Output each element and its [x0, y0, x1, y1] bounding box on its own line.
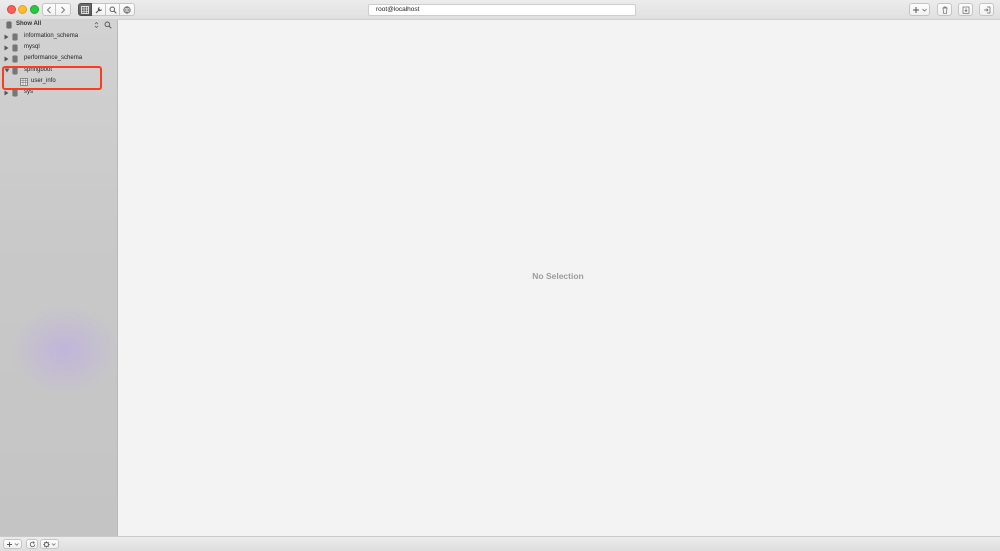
show-all-header[interactable]: Show All	[0, 20, 117, 31]
empty-state-label: No Selection	[532, 271, 584, 281]
disclosure-right-icon[interactable]	[4, 45, 9, 51]
refresh-icon	[29, 540, 35, 547]
query-button[interactable]	[106, 3, 120, 16]
bottom-bar	[0, 536, 1000, 551]
export-button[interactable]	[958, 3, 973, 16]
database-item-performance-schema[interactable]: performance_schema	[0, 54, 117, 64]
trash-button[interactable]	[937, 3, 952, 16]
magnifier-icon	[109, 6, 117, 14]
chevron-down-icon	[51, 542, 56, 546]
plus-icon	[6, 541, 12, 547]
trash-icon	[942, 6, 947, 14]
gear-icon	[42, 540, 50, 548]
database-icon	[12, 89, 18, 97]
title-bar: root@localhost	[0, 0, 1000, 20]
disclosure-right-icon[interactable]	[4, 90, 9, 96]
forward-arrow-icon	[61, 6, 66, 13]
disconnect-icon	[983, 6, 990, 13]
disclosure-right-icon[interactable]	[4, 56, 9, 62]
back-button[interactable]	[42, 3, 56, 16]
back-arrow-icon	[46, 6, 51, 13]
database-name: mysql	[24, 44, 40, 50]
database-icon	[12, 55, 18, 63]
database-item-information-schema[interactable]: information_schema	[0, 32, 117, 42]
database-name: information_schema	[24, 33, 79, 39]
minimize-window-button[interactable]	[18, 5, 27, 14]
database-name: performance_schema	[24, 55, 83, 61]
main-content: No Selection	[118, 20, 1000, 536]
close-window-button[interactable]	[7, 5, 16, 14]
database-item-mysql[interactable]: mysql	[0, 43, 117, 53]
forward-button[interactable]	[56, 3, 71, 16]
database-icon	[12, 44, 18, 52]
table-grid-icon	[81, 5, 89, 14]
database-icon	[12, 33, 18, 41]
annotation-highlight-box	[2, 66, 102, 90]
export-icon	[962, 6, 969, 14]
connection-title-field: root@localhost	[368, 4, 636, 16]
globe-icon	[123, 5, 131, 14]
sidebar-search-icon[interactable]	[104, 21, 112, 29]
settings-menu-button[interactable]	[40, 539, 59, 549]
disclosure-right-icon[interactable]	[4, 34, 9, 40]
database-icon	[6, 21, 12, 29]
disconnect-button[interactable]	[979, 3, 994, 16]
show-all-label: Show All	[16, 21, 42, 27]
wrench-icon	[95, 6, 102, 13]
add-database-button[interactable]	[3, 539, 22, 549]
add-menu-button[interactable]	[909, 3, 930, 16]
sidebar-background-glow	[10, 305, 117, 395]
connection-info-button[interactable]	[120, 3, 135, 16]
refresh-button[interactable]	[26, 539, 38, 549]
zoom-window-button[interactable]	[30, 5, 39, 14]
sidebar: Show All information_schema mysql perfor…	[0, 20, 118, 536]
structure-button[interactable]	[92, 3, 106, 16]
chevron-down-icon	[921, 8, 927, 12]
chevron-down-icon	[14, 542, 19, 546]
sort-toggle-icon[interactable]	[94, 21, 99, 29]
plus-icon	[912, 6, 919, 13]
table-view-button[interactable]	[78, 3, 92, 16]
